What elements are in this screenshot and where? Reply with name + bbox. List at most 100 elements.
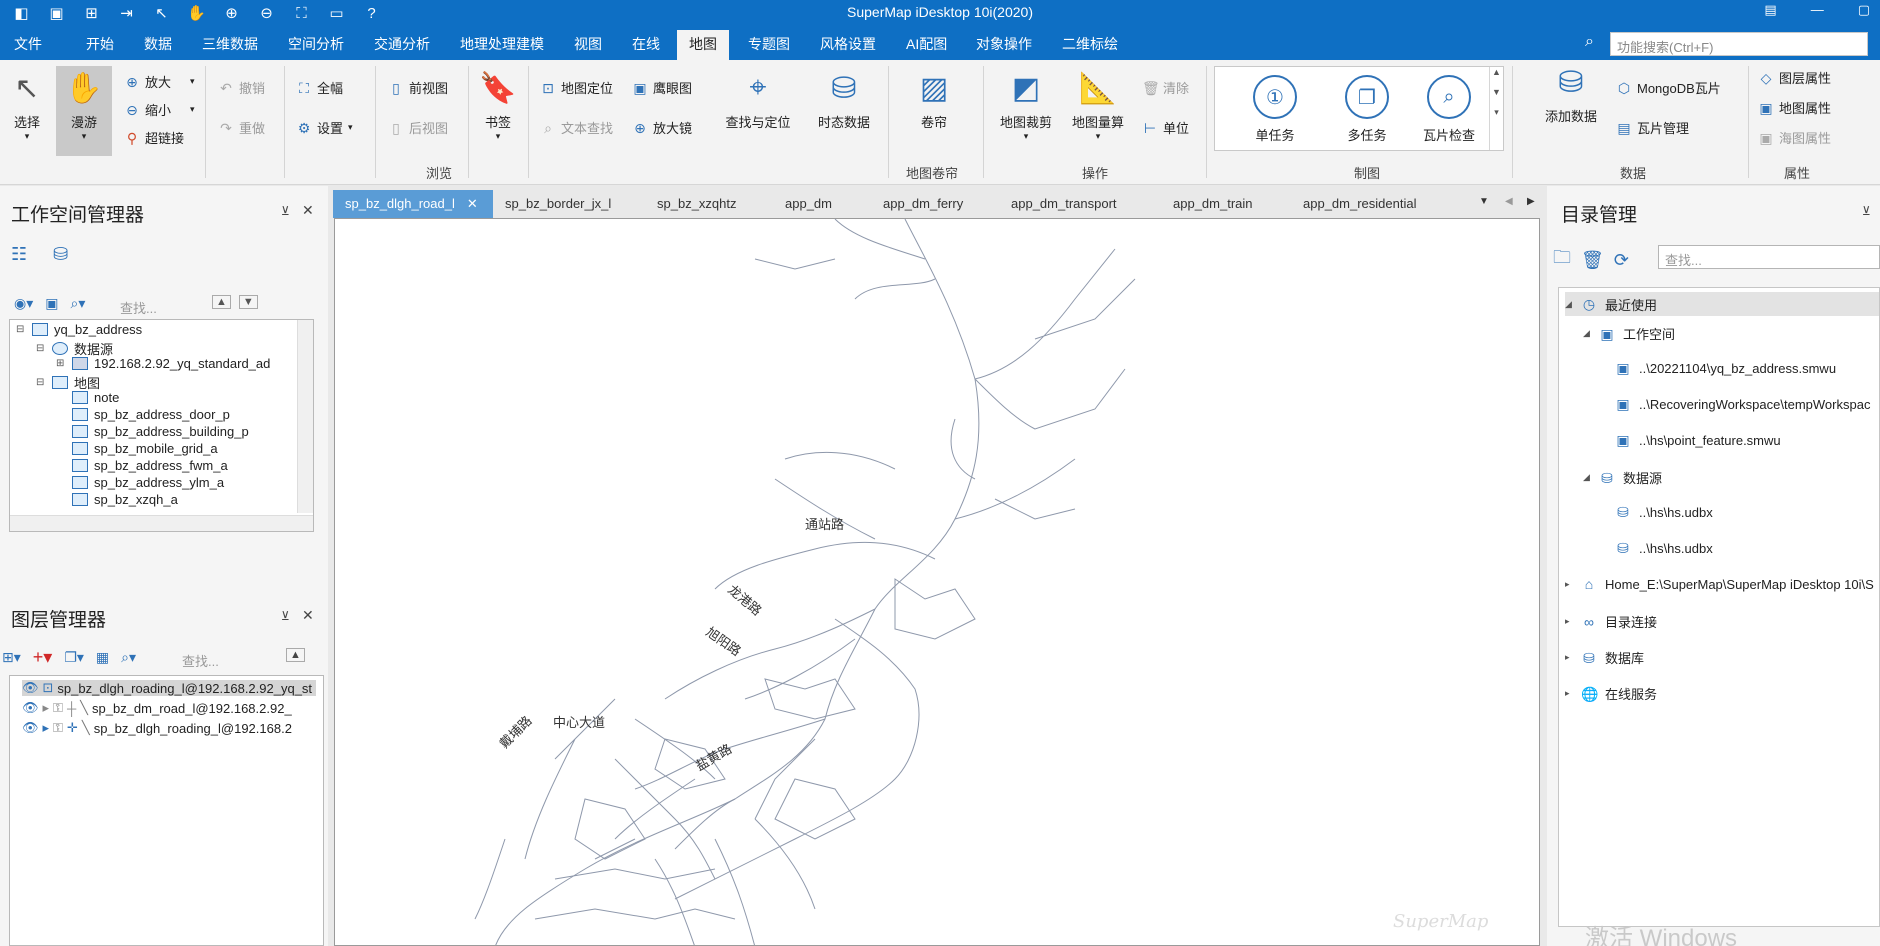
- catalog-item-datasource[interactable]: ⛁ ..\hs\hs.udbx: [1615, 504, 1713, 520]
- doc-tab[interactable]: sp_bz_xzqhtz: [645, 190, 749, 218]
- lock-icon[interactable]: ⚿: [53, 720, 63, 736]
- tab-geoprocessing[interactable]: 地理处理建模: [460, 34, 544, 54]
- catalog-item-workspace-group[interactable]: ◢ ▣ 工作空间: [1583, 324, 1675, 343]
- tab-thematic[interactable]: 专题图: [748, 34, 790, 54]
- refresh-icon[interactable]: ⟳: [1614, 250, 1629, 271]
- multi-task-button[interactable]: ❐ 多任务: [1327, 75, 1407, 144]
- layer-item[interactable]: 👁 ▸ ⚿ ┼ ╲ sp_bz_dm_road_l@192.168.2.92_: [22, 700, 292, 716]
- road-network-map[interactable]: 通站路 龙港路 旭阳路 中心大道 戴埔路 盐黄路 SuperMap: [335, 219, 1540, 946]
- tile-check-button[interactable]: ⌕ 瓦片检查: [1409, 75, 1489, 144]
- collapse-icon[interactable]: ◢: [1583, 472, 1591, 483]
- collapse-icon[interactable]: ◢: [1565, 299, 1573, 310]
- map-props-button[interactable]: ▣ 地图属性: [1758, 98, 1831, 117]
- bookmark-button[interactable]: 🔖 书签 ▾: [478, 68, 518, 142]
- expand-icon[interactable]: ▸: [1565, 616, 1573, 627]
- tree-item-root[interactable]: ⊟ yq_bz_address: [16, 322, 142, 337]
- single-task-button[interactable]: ① 单任务: [1235, 75, 1315, 144]
- redo-button[interactable]: ↷ 重做: [218, 118, 265, 137]
- expand-icon[interactable]: ▸: [1565, 688, 1573, 699]
- tab-style[interactable]: 风格设置: [820, 34, 876, 54]
- layer-visibility-icon[interactable]: ◉▾: [14, 295, 33, 312]
- move-down-icon[interactable]: ▼: [238, 295, 258, 309]
- tab-file[interactable]: 文件: [14, 34, 42, 54]
- tab-map[interactable]: 地图: [677, 30, 729, 60]
- collapse-icon[interactable]: ⊟: [36, 343, 46, 354]
- add-layer-icon[interactable]: ⊞▾: [2, 649, 21, 666]
- full-extent-button[interactable]: ⛶ 全幅: [296, 78, 343, 97]
- undo-button[interactable]: ↶ 撤销: [218, 78, 265, 97]
- catalog-item-dir-connect[interactable]: ▸ ∞ 目录连接: [1565, 612, 1657, 631]
- expand-icon[interactable]: ▸: [1565, 652, 1573, 663]
- doc-tab[interactable]: sp_bz_dlgh_road_l ✕: [333, 190, 493, 218]
- delete-icon[interactable]: 🗑: [1581, 250, 1604, 271]
- lock-icon[interactable]: ⚿: [53, 700, 63, 716]
- selectable-icon[interactable]: ▸: [43, 720, 50, 736]
- find-locate-button[interactable]: ⌖ 查找与定位: [718, 68, 798, 131]
- layer-search-input[interactable]: 查找...: [182, 651, 219, 670]
- tree-item-map[interactable]: sp_bz_mobile_grid_a: [72, 441, 218, 456]
- tree-item-datasource[interactable]: ⊞ 192.168.2.92_yq_standard_ad: [56, 356, 270, 371]
- tab-view[interactable]: 视图: [574, 34, 602, 54]
- settings-button[interactable]: ⚙ 设置 ▾: [296, 118, 353, 137]
- tab-traffic-analysis[interactable]: 交通分析: [374, 34, 430, 54]
- close-icon[interactable]: ✕: [302, 607, 314, 624]
- find-icon[interactable]: ⌕▾: [121, 649, 136, 666]
- catalog-item-workspace[interactable]: ▣ ..\hs\point_feature.smwu: [1615, 432, 1780, 448]
- layer-style-icon[interactable]: ▦: [96, 649, 109, 666]
- minimize-icon[interactable]: —: [1811, 2, 1824, 18]
- selectable-icon[interactable]: ▸: [43, 700, 50, 716]
- catalog-item-home[interactable]: ▸ ⌂ Home_E:\SuperMap\SuperMap iDesktop 10i…: [1565, 576, 1874, 592]
- new-folder-icon[interactable]: 🗀: [1553, 245, 1571, 275]
- tab-data[interactable]: 数据: [144, 34, 172, 54]
- pan-button[interactable]: ✋ 漫游 ▾: [56, 66, 112, 156]
- catalog-item-workspace[interactable]: ▣ ..\RecoveringWorkspace\tempWorkspac: [1615, 396, 1870, 412]
- close-icon[interactable]: ✕: [467, 196, 478, 211]
- tile-manage-button[interactable]: ▤ 瓦片管理: [1616, 118, 1689, 137]
- tab-object-ops[interactable]: 对象操作: [976, 34, 1032, 54]
- catalog-item-recent[interactable]: ◢ ◷ 最近使用: [1565, 292, 1879, 316]
- vertical-scrollbar[interactable]: [297, 320, 313, 513]
- expand-icon[interactable]: ⊞: [56, 358, 66, 369]
- tab-online[interactable]: 在线: [632, 34, 660, 54]
- layer-item[interactable]: 👁 ⊡ sp_bz_dlgh_roading_l@192.168.2.92_yq_s…: [22, 680, 317, 696]
- temporal-data-button[interactable]: ⛁ 时态数据: [808, 68, 880, 131]
- horizontal-scrollbar[interactable]: [10, 515, 313, 531]
- doc-tab[interactable]: app_dm_ferry: [871, 190, 975, 218]
- datasource-tab-icon[interactable]: ⛁: [53, 244, 68, 265]
- catalog-item-datasource[interactable]: ⛁ ..\hs\hs.udbx: [1615, 540, 1713, 556]
- tree-item-map[interactable]: sp_bz_xzqh_a: [72, 492, 178, 507]
- eye-icon[interactable]: 👁: [22, 700, 39, 716]
- snap-icon[interactable]: ✛: [67, 720, 78, 736]
- tab-scroll-right-icon[interactable]: ▶: [1515, 190, 1547, 218]
- zoom-out-button[interactable]: ⊖ 缩小 ▾: [124, 100, 194, 119]
- curtain-button[interactable]: ▨ 卷帘: [906, 68, 962, 131]
- tree-item-map[interactable]: note: [72, 390, 119, 405]
- prev-view-button[interactable]: ▯ 前视图: [388, 78, 448, 97]
- map-clip-button[interactable]: ◩ 地图裁剪 ▾: [994, 68, 1058, 142]
- move-up-icon[interactable]: ▲: [212, 295, 231, 309]
- tree-item-map[interactable]: sp_bz_address_fwm_a: [72, 458, 228, 473]
- layer-props-button[interactable]: ◇ 图层属性: [1758, 68, 1831, 87]
- catalog-search-input[interactable]: 查找...: [1658, 245, 1880, 269]
- catalog-item-workspace[interactable]: ▣ ..\20221104\yq_bz_address.smwu: [1615, 360, 1836, 376]
- workspace-tree-icon[interactable]: ☷: [11, 244, 27, 265]
- clear-button[interactable]: 🗑 清除: [1142, 78, 1189, 97]
- find-icon[interactable]: ⌕▾: [70, 295, 85, 312]
- map-measure-button[interactable]: 📐 地图量算 ▾: [1066, 68, 1130, 142]
- tab-start[interactable]: 开始: [86, 34, 114, 54]
- doc-tab[interactable]: app_dm_residential: [1291, 190, 1428, 218]
- close-icon[interactable]: ✕: [302, 202, 314, 219]
- tab-ai-mapping[interactable]: AI配图: [906, 34, 947, 54]
- select-button[interactable]: ↖ 选择 ▾: [6, 68, 48, 142]
- expand-icon[interactable]: ▸: [1565, 579, 1573, 590]
- doc-tab[interactable]: app_dm_train: [1161, 190, 1265, 218]
- collapse-icon[interactable]: ⊟: [16, 324, 26, 335]
- next-view-button[interactable]: ▯ 后视图: [388, 118, 448, 137]
- mongodb-tile-button[interactable]: ⬡ MongoDB瓦片: [1616, 78, 1721, 97]
- tree-item-map[interactable]: sp_bz_address_door_p: [72, 407, 230, 422]
- catalog-item-online[interactable]: ▸ 🌐 在线服务: [1565, 684, 1657, 703]
- magnifier-button[interactable]: ⊕ 放大镜: [632, 118, 692, 137]
- open-workspace-icon[interactable]: ▣: [45, 295, 58, 312]
- doc-tab[interactable]: app_dm: [773, 190, 844, 218]
- eagle-eye-button[interactable]: ▣ 鹰眼图: [632, 78, 692, 97]
